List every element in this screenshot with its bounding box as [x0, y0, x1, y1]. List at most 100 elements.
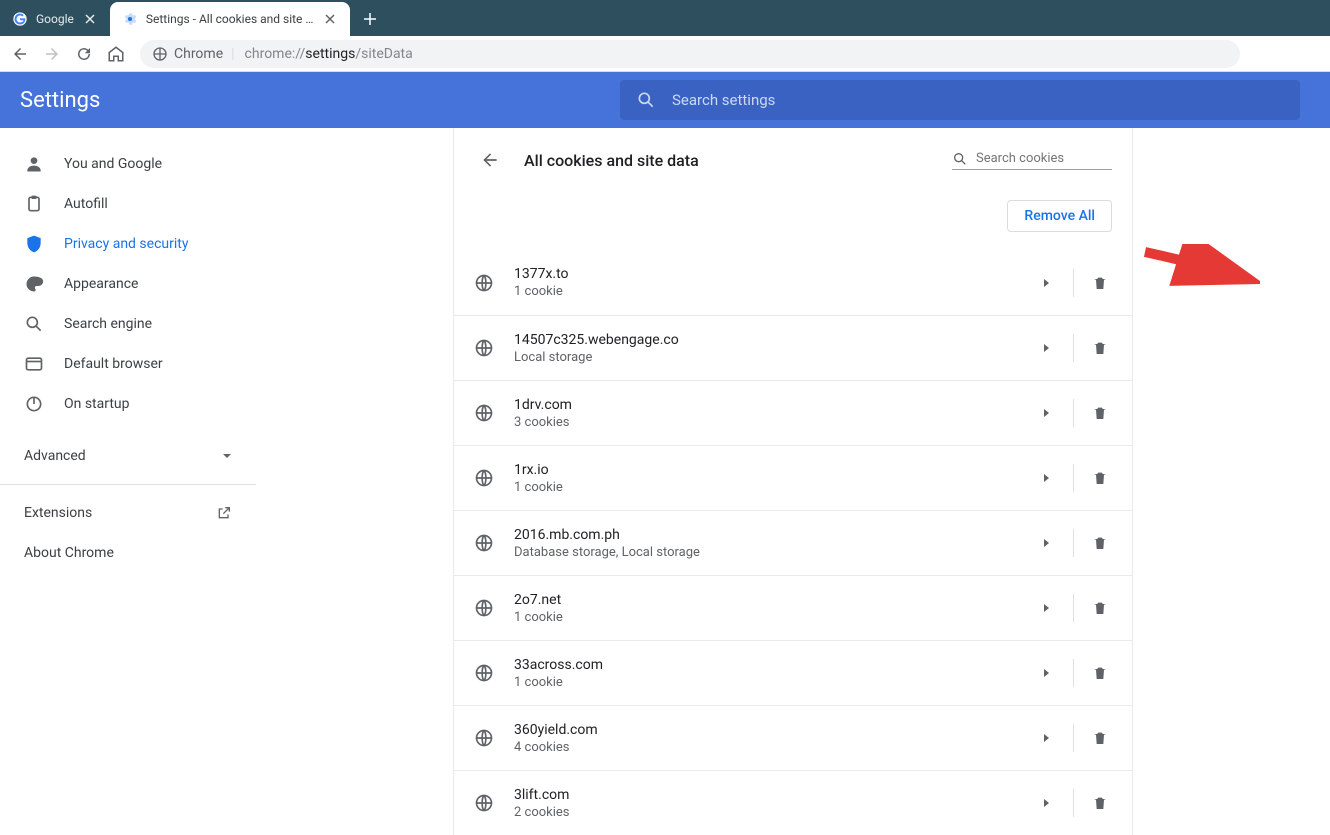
site-data-list: 1377x.to 1 cookie 14507c325.webengage.co…: [454, 250, 1132, 835]
delete-button[interactable]: [1088, 469, 1112, 487]
site-row[interactable]: 33across.com 1 cookie: [454, 640, 1132, 705]
site-domain: 3lift.com: [514, 787, 1035, 803]
delete-button[interactable]: [1088, 729, 1112, 747]
delete-button[interactable]: [1088, 339, 1112, 357]
delete-button[interactable]: [1088, 664, 1112, 682]
sidebar-item-you-and-google[interactable]: You and Google: [0, 144, 256, 184]
sidebar-item-on-startup[interactable]: On startup: [0, 384, 256, 424]
site-row[interactable]: 1drv.com 3 cookies: [454, 380, 1132, 445]
delete-button[interactable]: [1088, 599, 1112, 617]
globe-icon: [474, 273, 494, 293]
browser-tab-google[interactable]: Google: [0, 2, 110, 36]
site-detail: 4 cookies: [514, 740, 1035, 755]
power-icon: [24, 394, 44, 414]
divider: [1073, 659, 1074, 687]
browser-tab-settings[interactable]: Settings - All cookies and site da: [110, 2, 350, 36]
search-icon: [24, 314, 44, 334]
reload-button[interactable]: [70, 40, 98, 68]
divider: [1073, 399, 1074, 427]
tab-title: Google: [36, 12, 74, 26]
delete-button[interactable]: [1088, 534, 1112, 552]
sidebar-item-autofill[interactable]: Autofill: [0, 184, 256, 224]
sidebar-item-label: Autofill: [64, 196, 108, 212]
site-detail: 1 cookie: [514, 675, 1035, 690]
search-settings-box[interactable]: [620, 80, 1300, 120]
origin-label: Chrome: [174, 46, 223, 62]
globe-icon: [474, 663, 494, 683]
forward-button[interactable]: [38, 40, 66, 68]
new-tab-button[interactable]: [356, 5, 384, 33]
site-domain: 360yield.com: [514, 722, 1035, 738]
palette-icon: [24, 274, 44, 294]
globe-icon: [474, 338, 494, 358]
close-icon[interactable]: [322, 11, 338, 27]
sidebar-item-default-browser[interactable]: Default browser: [0, 344, 256, 384]
site-detail: Local storage: [514, 350, 1035, 365]
site-detail: 1 cookie: [514, 284, 1035, 299]
main-panel: All cookies and site data Remove All 137…: [453, 128, 1133, 835]
site-domain: 1rx.io: [514, 462, 1035, 478]
globe-icon: [474, 403, 494, 423]
divider: [1073, 724, 1074, 752]
sidebar-item-privacy[interactable]: Privacy and security: [0, 224, 256, 264]
site-row[interactable]: 1377x.to 1 cookie: [454, 250, 1132, 315]
site-detail: 1 cookie: [514, 480, 1035, 495]
expand-icon[interactable]: [1035, 408, 1059, 418]
globe-icon: [474, 793, 494, 813]
site-domain: 2016.mb.com.ph: [514, 527, 1035, 543]
close-icon[interactable]: [82, 11, 98, 27]
delete-button[interactable]: [1088, 794, 1112, 812]
site-row[interactable]: 2016.mb.com.ph Database storage, Local s…: [454, 510, 1132, 575]
expand-icon[interactable]: [1035, 798, 1059, 808]
delete-button[interactable]: [1088, 274, 1112, 292]
search-icon: [636, 90, 656, 110]
browser-icon: [24, 354, 44, 374]
search-cookies-box[interactable]: [952, 151, 1112, 170]
search-cookies-input[interactable]: [976, 151, 1096, 166]
settings-favicon: [122, 11, 138, 27]
back-button[interactable]: [6, 40, 34, 68]
divider: [1073, 594, 1074, 622]
sidebar-item-label: Default browser: [64, 356, 163, 372]
site-row[interactable]: 3lift.com 2 cookies: [454, 770, 1132, 835]
globe-icon: [474, 598, 494, 618]
site-row[interactable]: 360yield.com 4 cookies: [454, 705, 1132, 770]
site-detail: Database storage, Local storage: [514, 545, 1035, 560]
delete-button[interactable]: [1088, 404, 1112, 422]
back-arrow-button[interactable]: [474, 144, 506, 176]
globe-icon: [474, 468, 494, 488]
expand-icon[interactable]: [1035, 733, 1059, 743]
sidebar-about-chrome[interactable]: About Chrome: [0, 533, 256, 573]
site-row[interactable]: 14507c325.webengage.co Local storage: [454, 315, 1132, 380]
search-icon: [952, 151, 968, 167]
expand-icon[interactable]: [1035, 538, 1059, 548]
expand-icon[interactable]: [1035, 668, 1059, 678]
remove-all-button[interactable]: Remove All: [1007, 200, 1112, 232]
sidebar-item-label: You and Google: [64, 156, 162, 172]
home-button[interactable]: [102, 40, 130, 68]
site-detail: 2 cookies: [514, 805, 1035, 820]
settings-sidebar: You and Google Autofill Privacy and secu…: [0, 128, 256, 835]
address-bar[interactable]: Chrome | chrome://settings/siteData: [140, 40, 1240, 68]
expand-icon[interactable]: [1035, 473, 1059, 483]
expand-icon[interactable]: [1035, 343, 1059, 353]
chevron-down-icon: [222, 451, 232, 461]
site-domain: 2o7.net: [514, 592, 1035, 608]
extensions-label: Extensions: [24, 505, 92, 521]
expand-icon[interactable]: [1035, 278, 1059, 288]
sidebar-advanced-toggle[interactable]: Advanced: [0, 436, 256, 476]
site-row[interactable]: 2o7.net 1 cookie: [454, 575, 1132, 640]
sidebar-item-appearance[interactable]: Appearance: [0, 264, 256, 304]
person-icon: [24, 154, 44, 174]
browser-tab-strip: Google Settings - All cookies and site d…: [0, 0, 1330, 36]
main-title: All cookies and site data: [524, 151, 934, 170]
search-settings-input[interactable]: [672, 91, 1284, 109]
external-link-icon: [216, 505, 232, 521]
site-domain: 1377x.to: [514, 266, 1035, 282]
expand-icon[interactable]: [1035, 603, 1059, 613]
sidebar-item-label: Privacy and security: [64, 236, 188, 252]
site-row[interactable]: 1rx.io 1 cookie: [454, 445, 1132, 510]
sidebar-item-search-engine[interactable]: Search engine: [0, 304, 256, 344]
sidebar-extensions[interactable]: Extensions: [0, 493, 256, 533]
site-domain: 33across.com: [514, 657, 1035, 673]
